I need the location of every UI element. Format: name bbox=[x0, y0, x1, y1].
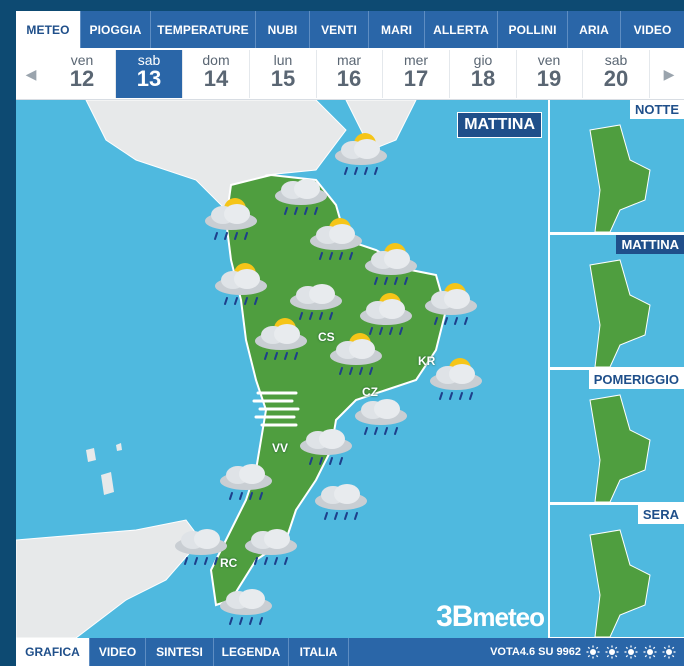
sun-rain-cloud-icon bbox=[215, 263, 267, 305]
vote-sep: SU bbox=[538, 646, 554, 658]
day-item[interactable]: ven 19 bbox=[516, 50, 583, 98]
tab-meteo[interactable]: METEO bbox=[16, 11, 81, 48]
day-item[interactable]: lun 15 bbox=[250, 50, 317, 98]
day-item[interactable]: gio 18 bbox=[450, 50, 517, 98]
rain-cloud-icon bbox=[300, 429, 352, 465]
tab-sintesi[interactable]: SINTESI bbox=[146, 638, 214, 666]
thumb-mattina[interactable]: MATTINA bbox=[550, 235, 684, 367]
day-item[interactable]: dom 14 bbox=[183, 50, 250, 98]
rain-cloud-icon bbox=[355, 399, 407, 435]
tab-allerta[interactable]: ALLERTA bbox=[425, 11, 498, 48]
day-number: 12 bbox=[69, 66, 95, 91]
thumb-sera[interactable]: SERA bbox=[550, 505, 684, 637]
thumb-map-svg bbox=[589, 394, 651, 502]
thumb-map-svg bbox=[589, 529, 651, 637]
day-item[interactable]: ven 12 bbox=[49, 50, 116, 98]
tab-nubi[interactable]: NUBI bbox=[256, 11, 310, 48]
vote-score: 4.6 bbox=[519, 646, 536, 658]
sun-rain-cloud-icon bbox=[255, 318, 307, 360]
period-thumbnails: NOTTE MATTINA POMERIGGIO SERA bbox=[548, 100, 684, 638]
island bbox=[116, 443, 122, 451]
sun-rain-cloud-icon bbox=[365, 243, 417, 285]
island bbox=[86, 448, 96, 462]
weather-widget: METEO PIOGGIA TEMPERATURE NUBI VENTI MAR… bbox=[16, 11, 684, 666]
day-item[interactable]: mer 17 bbox=[383, 50, 450, 98]
day-number: 13 bbox=[136, 66, 162, 91]
thumb-label: POMERIGGIO bbox=[588, 370, 684, 389]
sun-rain-cloud-icon bbox=[205, 198, 257, 240]
tab-grafica[interactable]: GRAFICA bbox=[16, 638, 90, 666]
rating-sun-icon[interactable] bbox=[662, 645, 676, 659]
rain-cloud-icon bbox=[175, 529, 227, 565]
sun-rain-cloud-icon bbox=[310, 218, 362, 260]
vote-label: VOTA bbox=[490, 646, 520, 658]
logo-prefix: 3B bbox=[436, 600, 473, 633]
day-number: 17 bbox=[403, 66, 429, 91]
tab-pioggia[interactable]: PIOGGIA bbox=[81, 11, 151, 48]
day-item-selected[interactable]: sab 13 bbox=[116, 50, 183, 98]
thumb-label: NOTTE bbox=[629, 100, 684, 119]
tab-pollini[interactable]: POLLINI bbox=[498, 11, 568, 48]
prev-day-arrow-icon[interactable]: ◀ bbox=[22, 63, 40, 85]
thumb-map-svg bbox=[589, 124, 651, 232]
sun-rain-cloud-icon bbox=[430, 358, 482, 400]
vote-count: 9962 bbox=[556, 646, 581, 658]
rating-sun-icon[interactable] bbox=[586, 645, 600, 659]
day-number: 18 bbox=[470, 66, 496, 91]
day-number: 16 bbox=[336, 66, 362, 91]
rain-cloud-icon bbox=[245, 529, 297, 565]
bottom-bar: GRAFICA VIDEO SINTESI LEGENDA ITALIA VOT… bbox=[16, 638, 684, 666]
day-number: 15 bbox=[270, 66, 296, 91]
tab-aria[interactable]: ARIA bbox=[568, 11, 621, 48]
tab-temperature[interactable]: TEMPERATURE bbox=[151, 11, 256, 48]
thumb-label: MATTINA bbox=[616, 235, 684, 254]
tab-legenda[interactable]: LEGENDA bbox=[214, 638, 289, 666]
thumb-label: SERA bbox=[637, 505, 684, 524]
rating-sun-icon[interactable] bbox=[624, 645, 638, 659]
tab-video[interactable]: VIDEO bbox=[621, 11, 684, 48]
next-day-arrow-icon[interactable]: ▶ bbox=[660, 63, 678, 85]
tab-video-bottom[interactable]: VIDEO bbox=[90, 638, 146, 666]
period-badge: MATTINA bbox=[457, 112, 542, 138]
day-number: 19 bbox=[536, 66, 562, 91]
rain-cloud-icon bbox=[275, 179, 327, 215]
weather-map: MATTINA CS KR CZ VV RC 3Bmeteo bbox=[16, 100, 548, 638]
vote-area: VOTA 4.6 SU 9962 bbox=[490, 638, 676, 666]
rain-cloud-icon bbox=[220, 464, 272, 500]
city-label-vv: VV bbox=[272, 441, 289, 455]
day-number: 20 bbox=[603, 66, 629, 91]
rain-cloud-icon bbox=[315, 484, 367, 520]
tab-venti[interactable]: VENTI bbox=[310, 11, 369, 48]
tab-italia[interactable]: ITALIA bbox=[289, 638, 349, 666]
thumb-map-svg bbox=[589, 259, 651, 367]
thumb-notte[interactable]: NOTTE bbox=[550, 100, 684, 232]
day-item[interactable]: sab 20 bbox=[583, 50, 650, 98]
sun-rain-cloud-icon bbox=[335, 133, 387, 175]
island bbox=[101, 472, 114, 495]
rain-cloud-icon bbox=[220, 589, 272, 625]
logo-text: meteo bbox=[472, 602, 545, 632]
rating-sun-icon[interactable] bbox=[605, 645, 619, 659]
top-tabs: METEO PIOGGIA TEMPERATURE NUBI VENTI MAR… bbox=[16, 11, 684, 48]
day-item[interactable]: mar 16 bbox=[316, 50, 383, 98]
sun-rain-cloud-icon bbox=[425, 283, 477, 325]
logo: 3Bmeteo bbox=[436, 600, 545, 634]
day-selector: ◀ ven 12 sab 13 dom 14 lun 15 mar 16 mer 17 gi… bbox=[16, 48, 684, 100]
sun-rain-cloud-icon bbox=[330, 333, 382, 375]
thumb-pomeriggio[interactable]: POMERIGGIO bbox=[550, 370, 684, 502]
day-number: 14 bbox=[203, 66, 229, 91]
rating-sun-icon[interactable] bbox=[643, 645, 657, 659]
tab-mari[interactable]: MARI bbox=[369, 11, 425, 48]
